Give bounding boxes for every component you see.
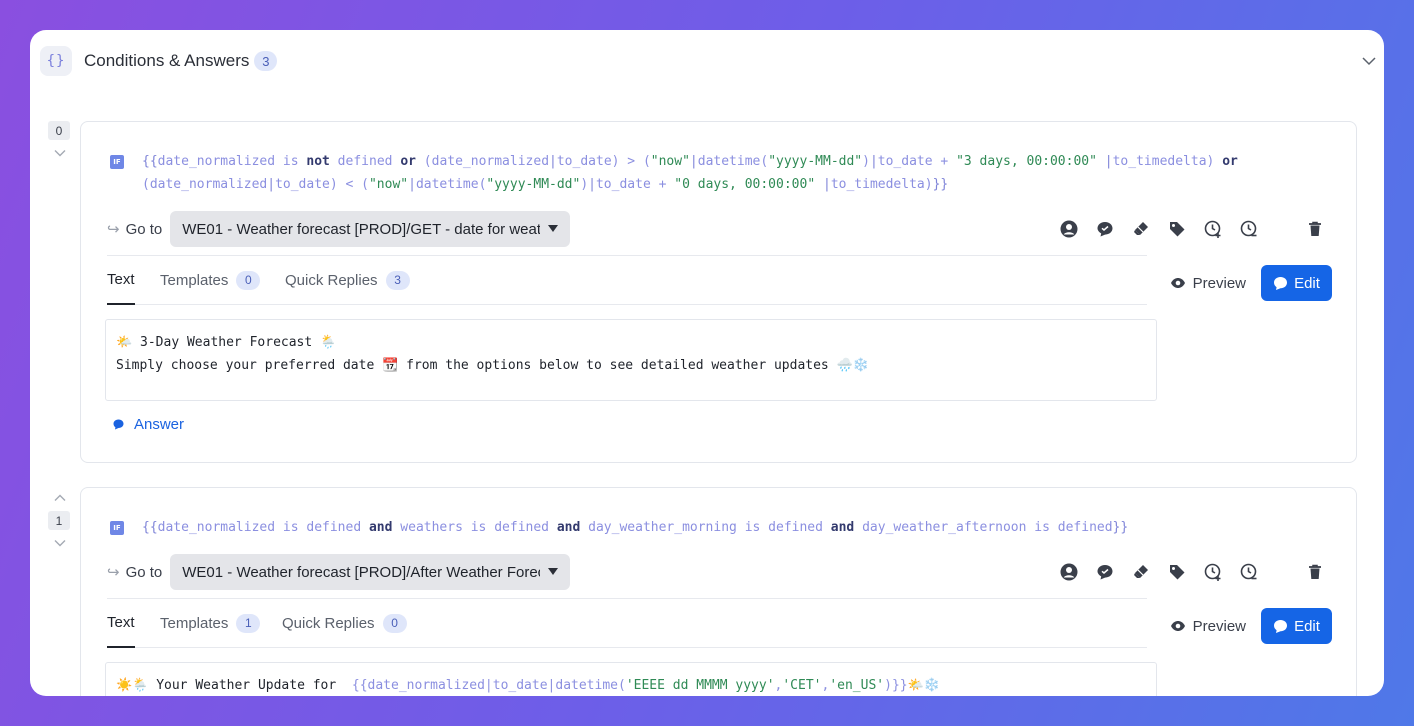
condition-expression[interactable]: {{date_normalized is not defined or (dat… [142,150,1256,196]
preview-button[interactable]: Preview [1170,265,1246,301]
answer-text-box[interactable]: 🌤️ 3-Day Weather Forecast 🌦️ Simply choo… [105,319,1157,401]
clock-minus-icon[interactable] [1240,220,1258,238]
tab-templates[interactable]: Templates 1 [160,599,261,647]
condition-card: IF {{date_normalized is defined and weat… [80,487,1357,696]
preview-button[interactable]: Preview [1170,608,1246,644]
eraser-icon[interactable] [1132,563,1150,581]
answer-line: 🌤️ 3-Day Weather Forecast 🌦️ [116,335,337,350]
chat-bubble-icon[interactable] [1096,220,1114,238]
tab-quick-replies[interactable]: Quick Replies 3 [285,256,410,304]
tab-text[interactable]: Text [107,599,135,648]
templates-count-badge: 1 [236,613,261,633]
quick-replies-count-badge: 0 [382,613,407,633]
edit-button[interactable]: Edit [1261,608,1332,644]
caret-down-icon [548,225,559,232]
chat-bubble-icon [1274,276,1288,290]
trash-icon[interactable] [1306,220,1324,238]
if-badge: IF [110,155,124,169]
answer-suffix: 🌤️❄️ [907,678,940,693]
tab-text[interactable]: Text [107,256,135,305]
move-up-icon[interactable] [53,491,67,505]
eye-icon [1170,278,1185,288]
clock-plus-icon[interactable] [1204,220,1222,238]
goto-label: ↪ Go to [107,220,163,239]
conditions-count-badge: 3 [254,51,278,71]
template-expression: {{date_normalized|to_date|datetime('EEEE… [351,678,908,693]
panel-header[interactable]: {} Conditions & Answers 3 [40,46,1384,76]
eye-icon [1170,621,1185,631]
redirect-arrow-icon: ↪ [107,564,120,581]
tag-icon[interactable] [1168,220,1186,238]
condition-index: 1 [48,511,70,530]
goto-select[interactable]: WE01 - Weather forecast [PROD]/GET - dat… [170,211,571,247]
goto-select[interactable]: WE01 - Weather forecast [PROD]/After Wea… [170,554,571,590]
redirect-arrow-icon: ↪ [107,221,120,238]
user-circle-icon[interactable] [1060,220,1078,238]
goto-label: ↪ Go to [107,563,163,582]
answer-text-box[interactable]: ☀️🌦️ Your Weather Update for {{date_norm… [105,662,1157,696]
answer-tabs: Text Templates 1 Quick Replies 0 [107,598,1147,648]
trash-icon[interactable] [1306,563,1324,581]
tag-icon[interactable] [1168,563,1186,581]
quick-replies-count-badge: 3 [385,270,410,290]
chevron-down-icon[interactable] [1360,52,1378,70]
condition-toolbar [1060,563,1324,581]
edit-button[interactable]: Edit [1261,265,1332,301]
chat-bubble-icon [113,419,124,430]
chat-bubble-icon[interactable] [1096,563,1114,581]
braces-icon: {} [40,46,72,76]
panel-title: Conditions & Answers [84,51,250,70]
answer-prefix: ☀️🌦️ Your Weather Update for [116,678,345,693]
if-badge: IF [110,521,124,535]
add-answer-link[interactable]: Answer [113,416,184,433]
templates-count-badge: 0 [236,270,261,290]
tab-templates[interactable]: Templates 0 [160,256,261,304]
condition-card: IF {{date_normalized is not defined or (… [80,121,1357,463]
move-down-icon[interactable] [53,536,67,550]
clock-minus-icon[interactable] [1240,563,1258,581]
answer-tabs: Text Templates 0 Quick Replies 3 [107,255,1147,305]
clock-plus-icon[interactable] [1204,563,1222,581]
answer-line: Simply choose your preferred date 📆 from… [116,358,869,373]
condition-expression[interactable]: {{date_normalized is defined and weather… [142,516,1256,539]
condition-toolbar [1060,220,1324,238]
chat-bubble-icon [1274,619,1288,633]
eraser-icon[interactable] [1132,220,1150,238]
user-circle-icon[interactable] [1060,563,1078,581]
move-down-icon[interactable] [53,146,67,160]
condition-index: 0 [48,121,70,140]
tab-quick-replies[interactable]: Quick Replies 0 [282,599,407,647]
conditions-panel: {} Conditions & Answers 3 0 IF {{date_no… [30,30,1384,696]
caret-down-icon [548,568,559,575]
